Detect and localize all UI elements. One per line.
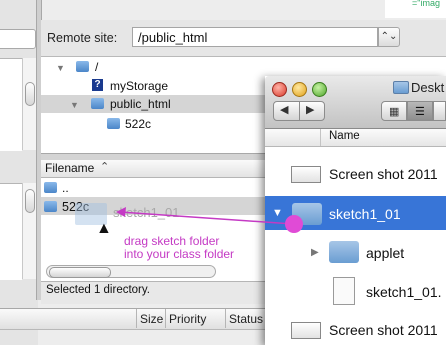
annotation-line-2: into your class folder <box>124 247 235 261</box>
arrowhead-icon <box>116 207 126 217</box>
drag-origin-dot <box>285 215 303 233</box>
annotation-line-1: drag sketch folder <box>124 234 220 248</box>
drag-annotation-arrow <box>116 207 303 233</box>
arrow-line <box>119 211 294 225</box>
